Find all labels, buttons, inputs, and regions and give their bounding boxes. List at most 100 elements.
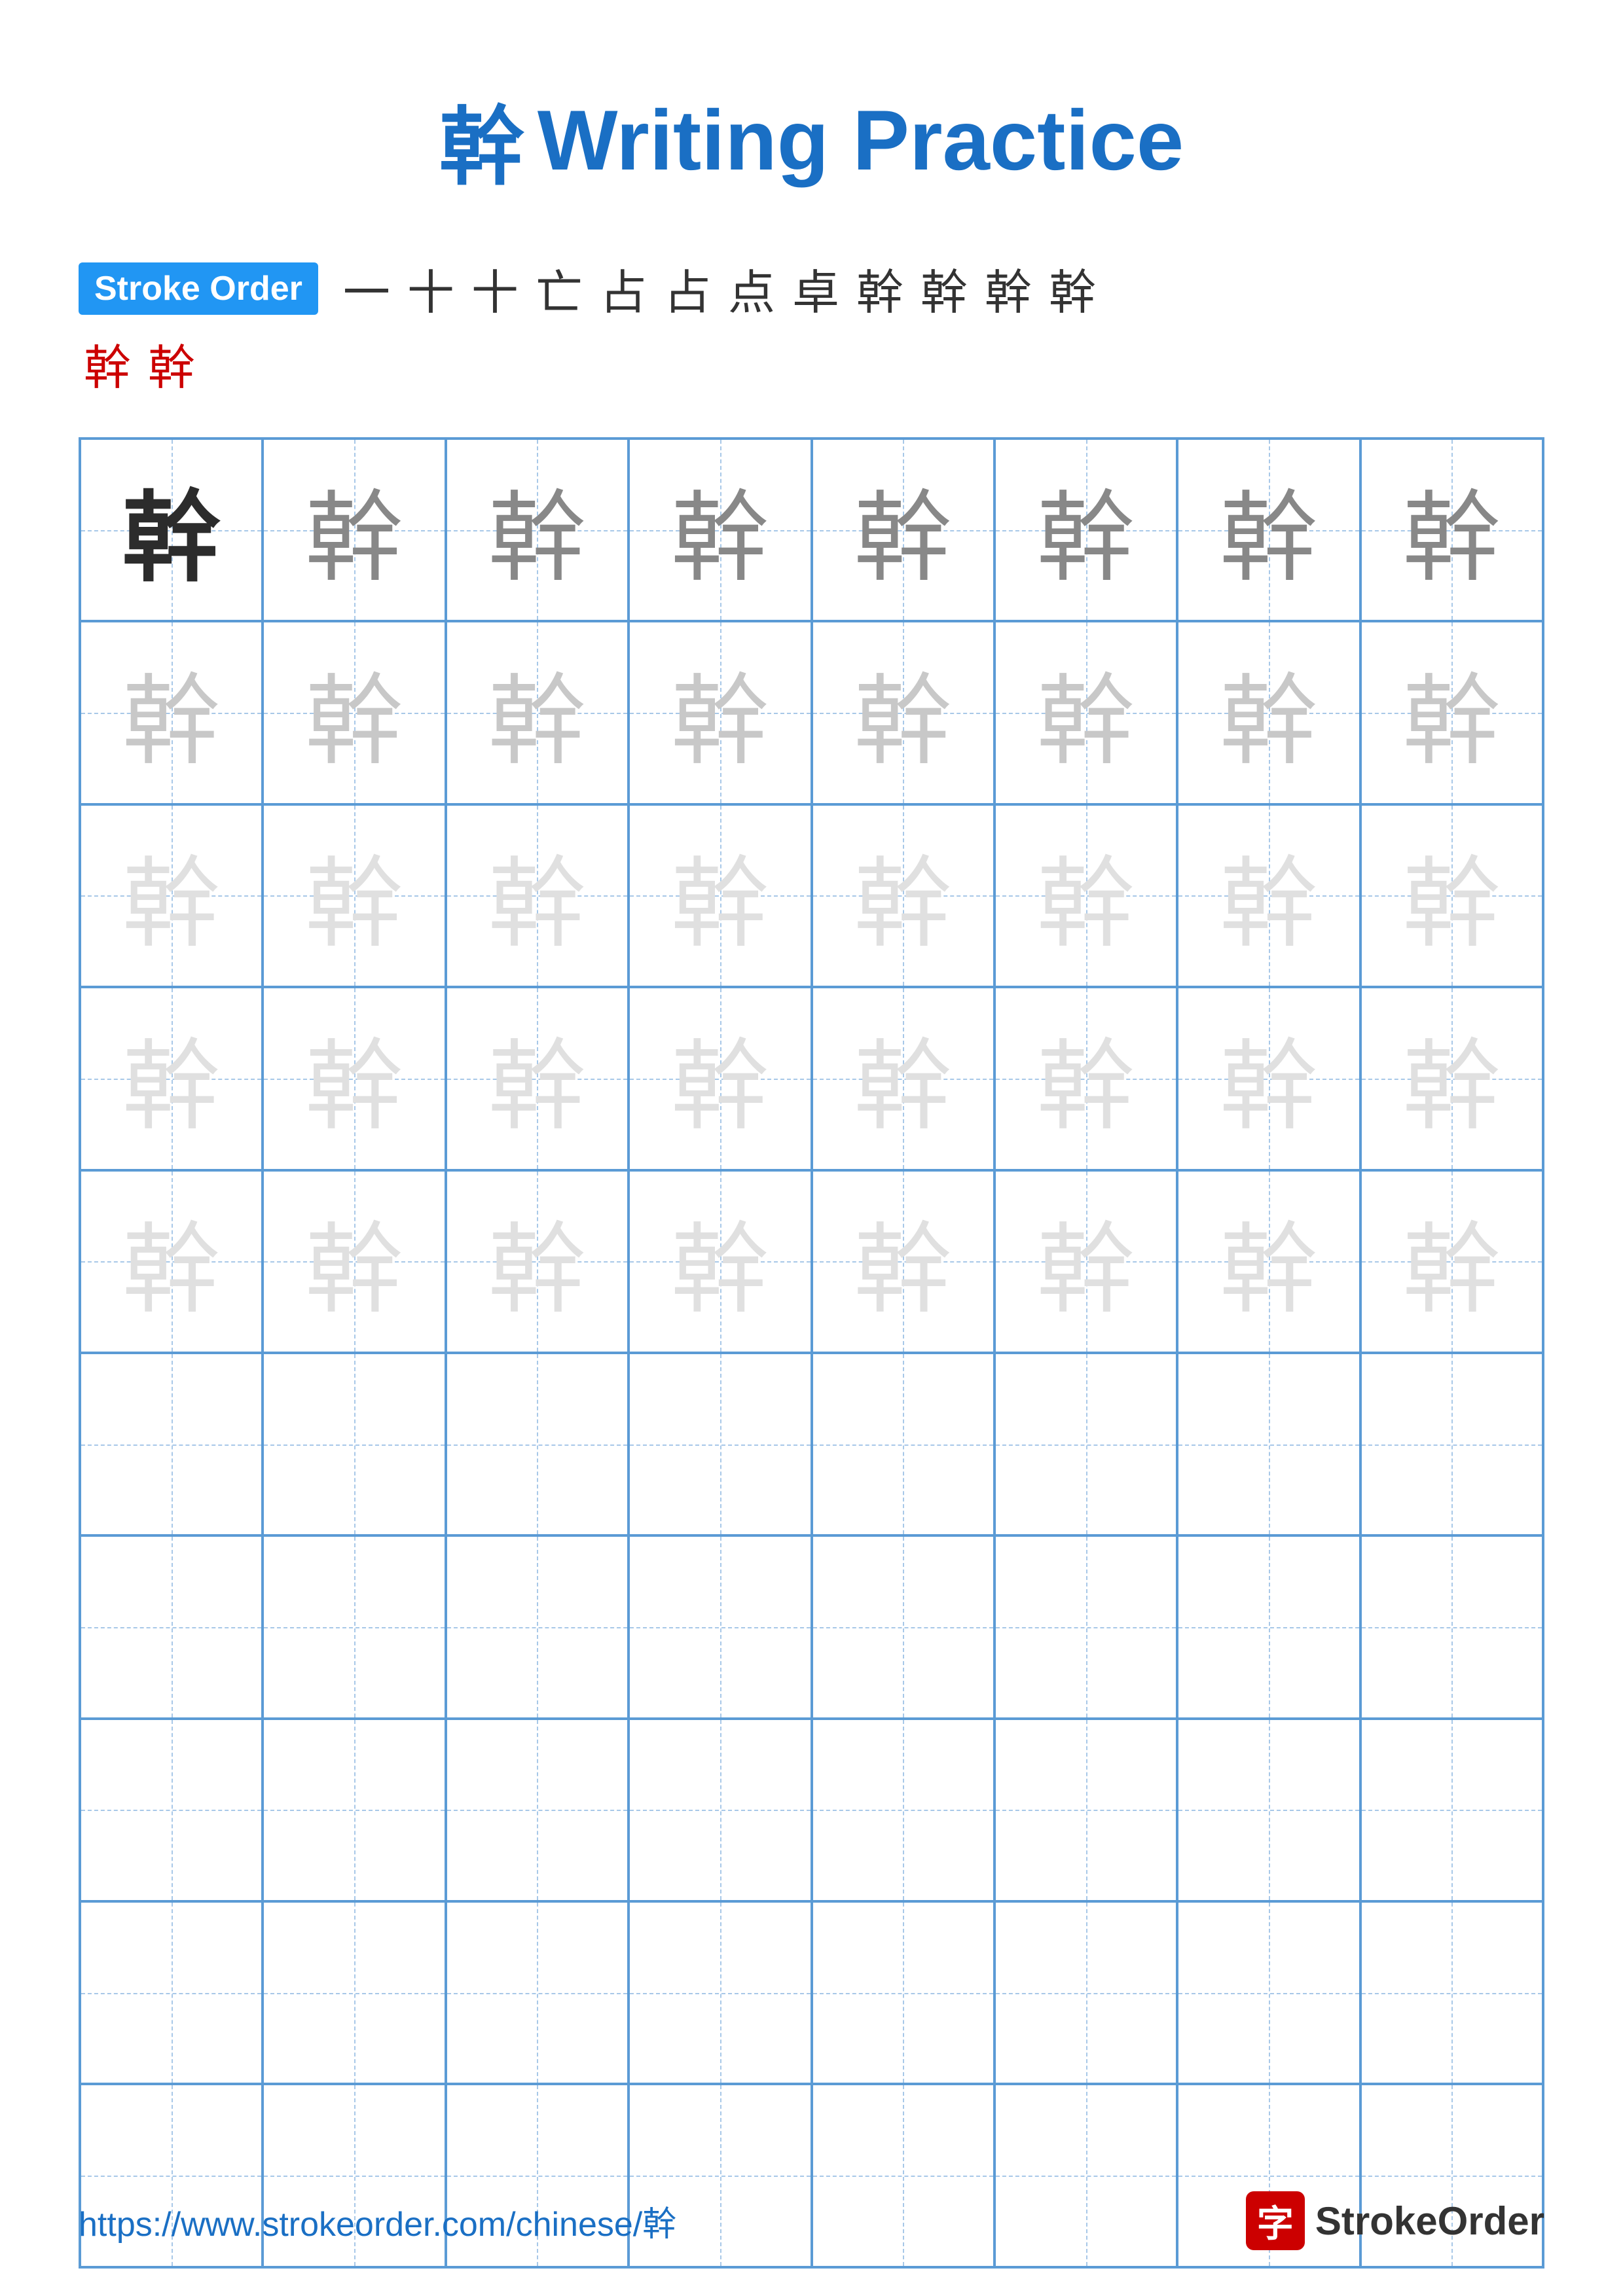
grid-cell[interactable] — [629, 1901, 811, 2084]
grid-cell[interactable]: 幹 — [263, 621, 445, 804]
title-character: 幹 — [439, 79, 524, 202]
grid-cell[interactable] — [994, 1901, 1177, 2084]
grid-cell[interactable] — [446, 1353, 629, 1535]
grid-cell[interactable]: 幹 — [812, 1170, 994, 1353]
practice-char: 幹 — [1402, 1007, 1501, 1149]
grid-cell[interactable] — [263, 1901, 445, 2084]
grid-cell[interactable]: 幹 — [446, 1170, 629, 1353]
grid-row-6 — [80, 1353, 1543, 1535]
page-title: 幹 Writing Practice — [439, 79, 1184, 202]
grid-cell[interactable]: 幹 — [1177, 987, 1360, 1170]
grid-cell[interactable] — [812, 1901, 994, 2084]
grid-cell[interactable]: 幹 — [1360, 621, 1543, 804]
grid-cell[interactable]: 幹 — [1177, 804, 1360, 987]
grid-cell[interactable]: 幹 — [812, 987, 994, 1170]
grid-cell[interactable] — [994, 1719, 1177, 1901]
grid-cell[interactable] — [1360, 1719, 1543, 1901]
grid-cell[interactable]: 幹 — [994, 987, 1177, 1170]
stroke-char-14: 幹 — [148, 329, 195, 398]
grid-cell[interactable] — [994, 1353, 1177, 1535]
practice-char: 幹 — [854, 642, 952, 784]
grid-cell[interactable] — [1360, 1353, 1543, 1535]
grid-cell[interactable]: 幹 — [446, 439, 629, 621]
grid-cell[interactable] — [263, 1535, 445, 1718]
grid-cell[interactable]: 幹 — [80, 804, 263, 987]
stroke-char-3: 十 — [471, 254, 519, 323]
practice-char: 幹 — [854, 459, 952, 601]
grid-cell[interactable] — [1177, 1901, 1360, 2084]
practice-char: 幹 — [1037, 1007, 1135, 1149]
grid-cell[interactable]: 幹 — [812, 804, 994, 987]
grid-cell[interactable]: 幹 — [446, 987, 629, 1170]
grid-cell[interactable]: 幹 — [629, 1170, 811, 1353]
grid-cell[interactable] — [446, 1719, 629, 1901]
practice-char: 幹 — [305, 642, 403, 784]
grid-cell[interactable] — [80, 1901, 263, 2084]
grid-cell[interactable]: 幹 — [812, 439, 994, 621]
grid-cell[interactable]: 幹 — [994, 439, 1177, 621]
practice-char: 幹 — [1037, 825, 1135, 967]
grid-cell[interactable]: 幹 — [629, 804, 811, 987]
footer-url[interactable]: https://www.strokeorder.com/chinese/幹 — [79, 2197, 676, 2246]
grid-cell[interactable]: 幹 — [812, 621, 994, 804]
grid-cell[interactable]: 幹 — [446, 804, 629, 987]
practice-char: 幹 — [854, 825, 952, 967]
grid-cell[interactable]: 幹 — [629, 987, 811, 1170]
brand-name: StrokeOrder — [1315, 2198, 1544, 2244]
grid-row-7 — [80, 1535, 1543, 1718]
grid-cell[interactable]: 幹 — [1360, 1170, 1543, 1353]
grid-cell[interactable] — [812, 1535, 994, 1718]
stroke-char-7: 点 — [728, 254, 775, 323]
grid-cell[interactable]: 幹 — [263, 439, 445, 621]
practice-char: 幹 — [1402, 1191, 1501, 1333]
grid-cell[interactable]: 幹 — [263, 804, 445, 987]
grid-cell[interactable]: 幹 — [263, 1170, 445, 1353]
grid-cell[interactable] — [80, 1353, 263, 1535]
grid-cell[interactable] — [629, 1535, 811, 1718]
grid-cell[interactable]: 幹 — [1360, 804, 1543, 987]
grid-cell[interactable] — [1177, 1535, 1360, 1718]
grid-cell[interactable] — [1177, 1719, 1360, 1901]
practice-char: 幹 — [488, 1191, 586, 1333]
grid-row-4: 幹 幹 幹 幹 幹 幹 幹 幹 — [80, 987, 1543, 1170]
grid-cell[interactable] — [263, 1719, 445, 1901]
grid-row-2: 幹 幹 幹 幹 幹 幹 幹 幹 — [80, 621, 1543, 804]
grid-cell[interactable] — [80, 1719, 263, 1901]
grid-cell[interactable] — [1360, 1535, 1543, 1718]
grid-cell[interactable]: 幹 — [80, 439, 263, 621]
grid-cell[interactable]: 幹 — [1177, 439, 1360, 621]
grid-cell[interactable] — [446, 1535, 629, 1718]
practice-char: 幹 — [122, 1191, 221, 1333]
grid-cell[interactable] — [1177, 1353, 1360, 1535]
practice-char: 幹 — [122, 1007, 221, 1149]
grid-cell[interactable]: 幹 — [263, 987, 445, 1170]
footer: https://www.strokeorder.com/chinese/幹 字 … — [79, 2191, 1544, 2250]
grid-cell[interactable]: 幹 — [994, 621, 1177, 804]
practice-char: 幹 — [1037, 642, 1135, 784]
grid-cell[interactable] — [812, 1719, 994, 1901]
practice-char: 幹 — [1402, 825, 1501, 967]
grid-cell[interactable]: 幹 — [80, 1170, 263, 1353]
grid-cell[interactable]: 幹 — [446, 621, 629, 804]
grid-cell[interactable]: 幹 — [1177, 621, 1360, 804]
grid-cell[interactable] — [812, 1353, 994, 1535]
grid-cell[interactable]: 幹 — [994, 804, 1177, 987]
stroke-char-1: 一 — [343, 254, 390, 323]
grid-cell[interactable]: 幹 — [1360, 987, 1543, 1170]
grid-cell[interactable] — [629, 1719, 811, 1901]
grid-cell[interactable]: 幹 — [1177, 1170, 1360, 1353]
grid-cell[interactable] — [80, 1535, 263, 1718]
grid-cell[interactable]: 幹 — [80, 621, 263, 804]
stroke-order-row2: 幹 幹 — [79, 329, 1544, 398]
grid-cell[interactable] — [1360, 1901, 1543, 2084]
grid-cell[interactable] — [446, 1901, 629, 2084]
grid-cell[interactable] — [994, 1535, 1177, 1718]
grid-cell[interactable] — [629, 1353, 811, 1535]
grid-cell[interactable]: 幹 — [629, 439, 811, 621]
grid-cell[interactable]: 幹 — [629, 621, 811, 804]
grid-cell[interactable]: 幹 — [80, 987, 263, 1170]
grid-cell[interactable]: 幹 — [994, 1170, 1177, 1353]
grid-cell[interactable]: 幹 — [1360, 439, 1543, 621]
stroke-char-9: 幹 — [856, 254, 903, 323]
grid-cell[interactable] — [263, 1353, 445, 1535]
